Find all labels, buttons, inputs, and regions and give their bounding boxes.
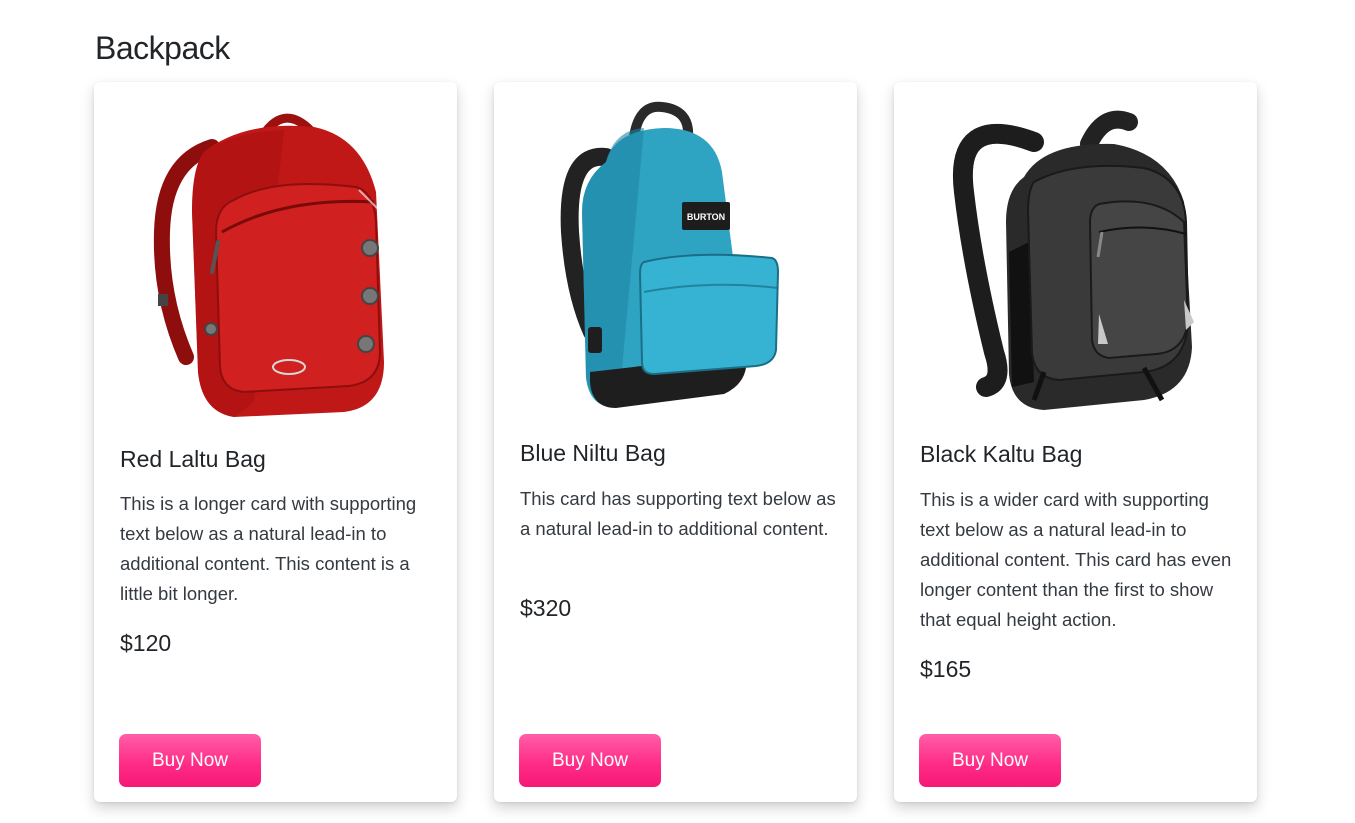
product-card-blue: BURTON Blue Niltu Bag This card has supp…: [494, 82, 857, 802]
brand-patch-text: BURTON: [687, 212, 725, 222]
product-price: $165: [920, 656, 972, 682]
product-image-black-backpack[interactable]: [894, 82, 1257, 422]
product-name: Red Laltu Bag: [120, 446, 266, 472]
product-description: This is a longer card with supporting te…: [120, 493, 417, 604]
product-image-red-backpack[interactable]: [94, 82, 457, 422]
product-price: $320: [520, 595, 572, 621]
product-card-black: Black Kaltu Bag This is a wider card wit…: [894, 82, 1257, 802]
buy-now-button[interactable]: Buy Now: [119, 734, 261, 787]
buy-now-button[interactable]: Buy Now: [919, 734, 1061, 787]
product-image-blue-backpack[interactable]: BURTON: [494, 82, 857, 422]
page-title: Backpack: [95, 30, 230, 66]
buy-now-button[interactable]: Buy Now: [519, 734, 661, 787]
product-description: This is a wider card with supporting tex…: [920, 489, 1232, 630]
product-description: This card has supporting text below as a…: [520, 488, 836, 539]
product-name: Black Kaltu Bag: [920, 441, 1083, 467]
product-name: Blue Niltu Bag: [520, 440, 666, 466]
product-price: $120: [120, 630, 172, 656]
product-card-red: Red Laltu Bag This is a longer card with…: [94, 82, 457, 802]
